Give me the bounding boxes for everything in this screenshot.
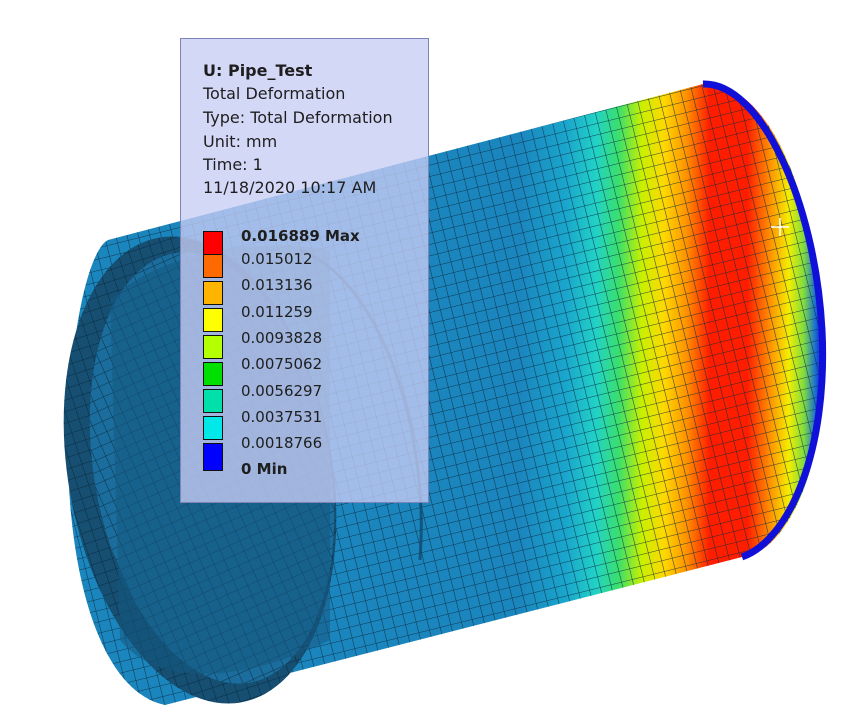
model-viewport[interactable] (0, 0, 858, 721)
scale-swatch (203, 254, 223, 278)
scale-label-min: 0 Min (241, 460, 288, 478)
legend-datetime: 11/18/2020 10:17 AM (203, 178, 377, 197)
scale-swatch (203, 281, 223, 305)
scale-label: 0.011259 (241, 303, 313, 321)
scale-swatch (203, 308, 223, 332)
scale-label: 0.015012 (241, 250, 313, 268)
scale-swatch (203, 389, 223, 413)
legend-title: U: Pipe_Test (203, 61, 313, 80)
legend-time: Time: 1 (203, 155, 263, 174)
scale-label: 0.0056297 (241, 382, 323, 400)
scale-label: 0.0093828 (241, 329, 323, 347)
scale-label: 0.013136 (241, 276, 313, 294)
scale-label-max: 0.016889 Max (241, 227, 360, 245)
scale-label: 0.0037531 (241, 408, 323, 426)
legend-result-name: Total Deformation (203, 84, 346, 103)
scale-label: 0.0018766 (241, 434, 323, 452)
scale-swatch (203, 335, 223, 359)
scale-swatch (203, 443, 223, 471)
scale-label: 0.0075062 (241, 355, 323, 373)
scale-swatch (203, 416, 223, 440)
scale-swatch (203, 231, 223, 255)
legend-result-type: Type: Total Deformation (203, 108, 393, 127)
result-legend[interactable]: U: Pipe_Test Total Deformation Type: Tot… (180, 38, 429, 503)
scale-swatch (203, 362, 223, 386)
legend-unit: Unit: mm (203, 132, 278, 151)
